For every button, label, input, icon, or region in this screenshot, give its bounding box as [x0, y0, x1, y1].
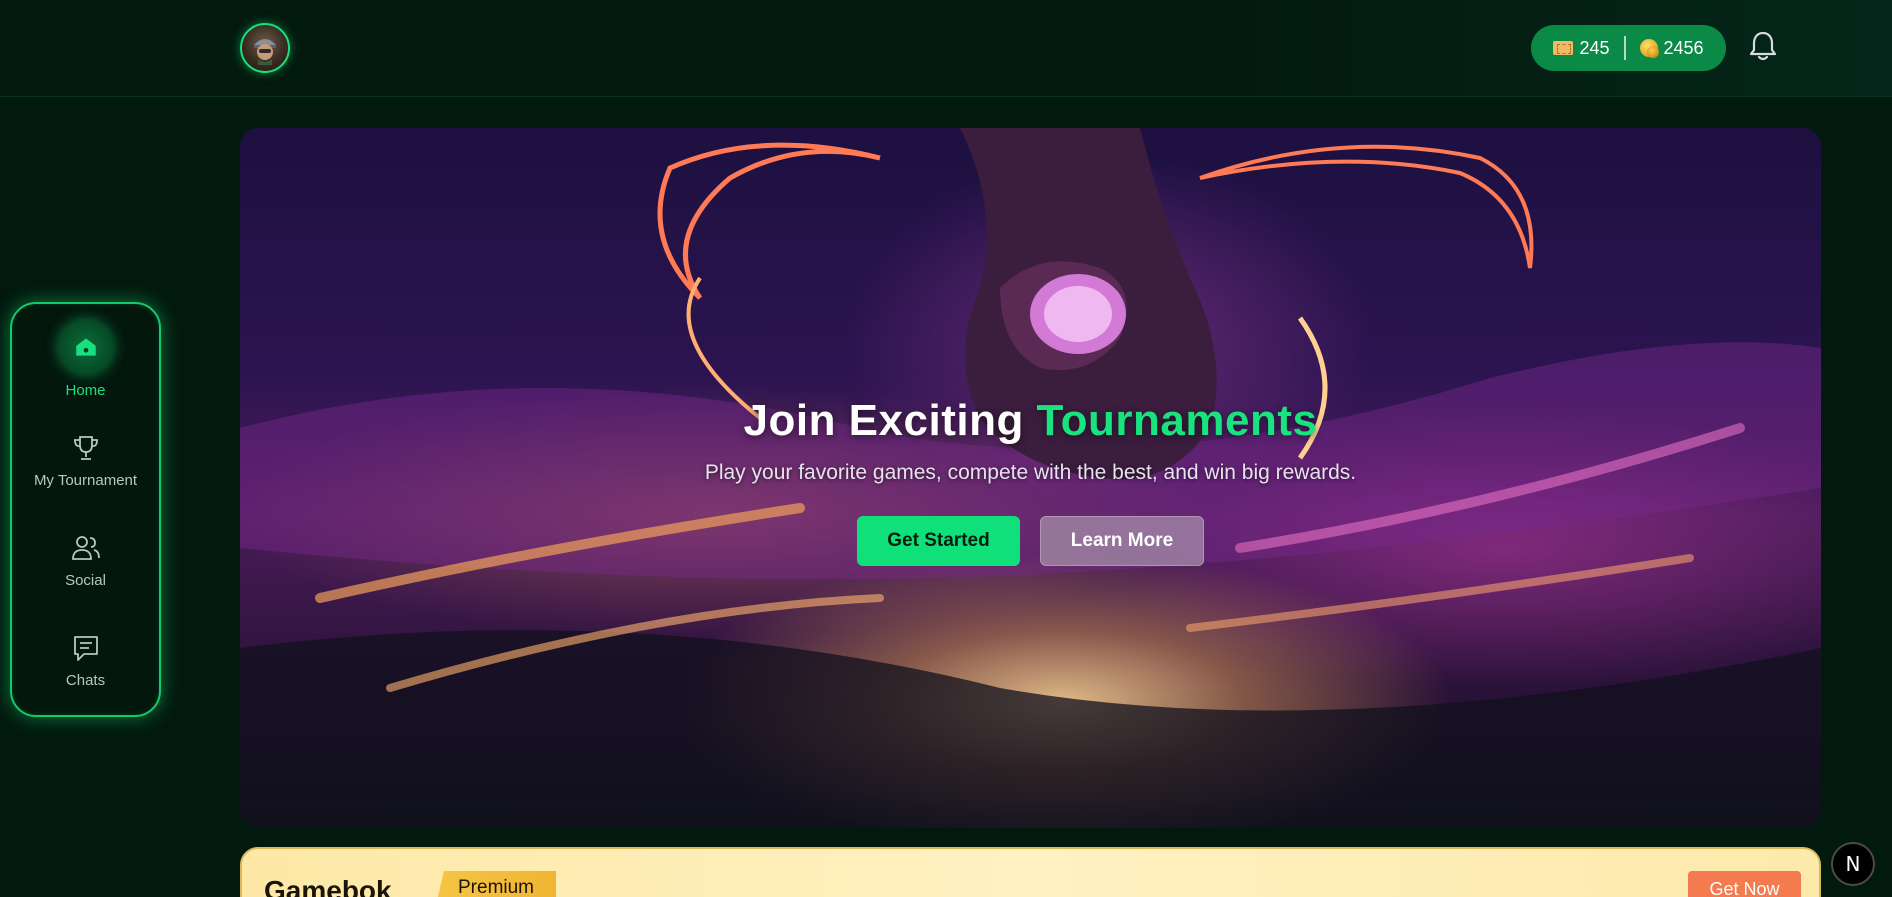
- get-now-button[interactable]: Get Now: [1688, 871, 1801, 897]
- ticket-count: 245: [1579, 37, 1610, 58]
- sidebar-item-label: Home: [65, 382, 106, 399]
- user-avatar[interactable]: [240, 23, 290, 73]
- notification-bell-icon[interactable]: [1748, 30, 1778, 62]
- sidebar-item-label: Chats: [65, 672, 106, 689]
- sidebar-item-social[interactable]: Social: [12, 532, 159, 589]
- coin-icon: [1639, 39, 1659, 58]
- premium-banner: Gamebok Premium Get Now: [240, 847, 1821, 897]
- hero-title-main: Join Exciting: [743, 396, 1037, 445]
- sidebar-item-chats[interactable]: Chats: [12, 632, 159, 689]
- dev-tools-badge[interactable]: N: [1831, 842, 1875, 886]
- currency-divider: [1623, 36, 1626, 60]
- avatar-character-icon: [254, 39, 276, 65]
- currency-balance[interactable]: 245 2456: [1531, 25, 1726, 71]
- ticket-balance: 245: [1553, 37, 1610, 59]
- hero-banner: Join Exciting Tournaments Play your favo…: [240, 128, 1821, 828]
- sidebar-item-home[interactable]: Home: [12, 320, 159, 399]
- premium-badge: Premium: [436, 871, 557, 897]
- sidebar-nav: Home My Tournament Social Chats: [10, 302, 161, 717]
- hero-title: Join Exciting Tournaments: [240, 396, 1821, 446]
- hero-title-accent: Tournaments: [1036, 396, 1318, 445]
- premium-brand: Gamebok: [264, 875, 392, 897]
- coin-count: 2456: [1663, 37, 1704, 58]
- get-started-button[interactable]: Get Started: [857, 516, 1020, 566]
- hero-subtitle: Play your favorite games, compete with t…: [704, 461, 1357, 484]
- coin-balance: 2456: [1639, 37, 1704, 59]
- sidebar-item-label: Social: [65, 572, 106, 589]
- users-icon: [71, 536, 100, 560]
- chat-icon: [73, 636, 98, 661]
- sidebar-item-label: My Tournament: [33, 472, 138, 489]
- ticket-icon: [1553, 41, 1574, 55]
- sidebar-item-my-tournament[interactable]: My Tournament: [12, 432, 159, 489]
- top-bar: 245 2456: [0, 0, 1892, 97]
- trophy-icon: [73, 436, 98, 460]
- learn-more-button[interactable]: Learn More: [1040, 516, 1204, 566]
- home-icon: [58, 320, 113, 374]
